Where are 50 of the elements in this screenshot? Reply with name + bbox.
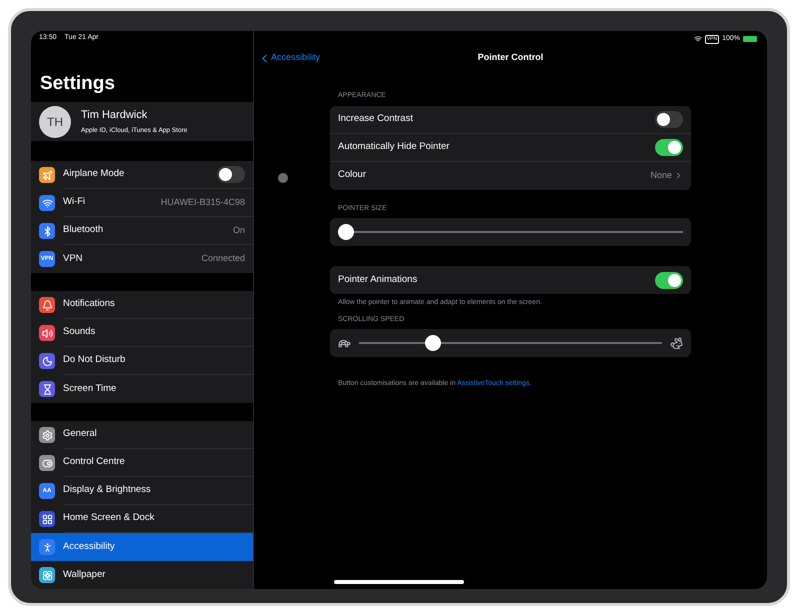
item-label: Airplane Mode bbox=[63, 167, 126, 182]
turtle-icon bbox=[338, 336, 351, 350]
item-value: HUAWEI-B315-4C98 bbox=[160, 196, 245, 209]
item-label: Control Centre bbox=[63, 455, 126, 470]
slider-thumb[interactable] bbox=[425, 335, 441, 351]
toggle-switch[interactable] bbox=[655, 272, 683, 288]
item-label: Accessibility bbox=[63, 540, 116, 554]
rabbit-icon bbox=[670, 336, 683, 350]
item-label: Display & Brightness bbox=[63, 483, 152, 498]
sidebar-item[interactable]: Home Screen & Dock bbox=[31, 505, 253, 533]
sidebar-title: Settings bbox=[39, 72, 116, 96]
toggle-switch[interactable] bbox=[217, 166, 245, 183]
item-label: Notifications bbox=[63, 297, 116, 312]
setting-label: Increase Contrast bbox=[338, 112, 414, 126]
setting-label: Colour bbox=[338, 168, 367, 182]
back-button[interactable]: Accessibility bbox=[254, 51, 320, 65]
item-value: On bbox=[232, 224, 245, 237]
setting-value[interactable]: None bbox=[650, 168, 672, 182]
sidebar-item[interactable]: Control Centre bbox=[31, 449, 253, 477]
item-label: Home Screen & Dock bbox=[63, 511, 156, 526]
toggle-switch[interactable] bbox=[655, 110, 683, 128]
sidebar-item[interactable]: Wallpaper bbox=[31, 561, 253, 589]
setting-label: Pointer Animations bbox=[338, 272, 418, 287]
item-label: VPN bbox=[63, 252, 84, 266]
toggle-switch[interactable] bbox=[655, 138, 683, 156]
chevron-icon bbox=[674, 171, 683, 180]
item-label: Wallpaper bbox=[63, 568, 106, 582]
item-label: Screen Time bbox=[63, 382, 118, 396]
sidebar-item[interactable]: Screen Time bbox=[31, 375, 253, 403]
sidebar-item[interactable]: Accessibility bbox=[31, 533, 253, 561]
battery-icon bbox=[743, 36, 757, 42]
item-value: Connected bbox=[201, 252, 245, 266]
sidebar-item[interactable]: Sounds bbox=[31, 319, 253, 347]
item-label: Bluetooth bbox=[63, 223, 104, 238]
item-label: Do Not Disturb bbox=[63, 353, 126, 368]
profile-name: Tim Hardwick bbox=[81, 108, 148, 124]
item-label: Wi-Fi bbox=[63, 195, 86, 210]
wifi-icon bbox=[694, 35, 702, 43]
sidebar-item[interactable]: Wi-Fi HUAWEI-B315-4C98 bbox=[31, 189, 253, 217]
sidebar-item[interactable]: Bluetooth On bbox=[31, 217, 253, 245]
page-title: Pointer Control bbox=[478, 51, 544, 64]
sidebar-item[interactable]: Do Not Disturb bbox=[31, 347, 253, 375]
slider-thumb[interactable] bbox=[338, 224, 354, 240]
sidebar-item[interactable]: General bbox=[31, 421, 253, 449]
pointer-icon bbox=[278, 173, 288, 183]
item-label: Sounds bbox=[63, 325, 96, 340]
sidebar-item[interactable]: Notifications bbox=[31, 291, 253, 319]
item-label: General bbox=[63, 427, 98, 442]
sidebar-item[interactable]: Airplane Mode bbox=[31, 161, 253, 189]
setting-label: Automatically Hide Pointer bbox=[338, 140, 450, 154]
